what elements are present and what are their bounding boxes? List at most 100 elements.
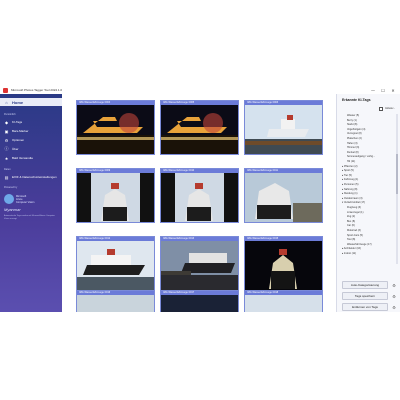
gear-icon: ⚙ [4, 137, 9, 143]
tag-tree-item[interactable]: Bus (8) [347, 220, 355, 223]
tag-tree-item[interactable]: Starkt (8) [347, 123, 357, 126]
section-personal: Persönlich [4, 113, 16, 116]
gear-icon[interactable]: ⚙ [391, 293, 397, 299]
tag-tree-item[interactable]: ▸ Sport (5) [342, 169, 354, 172]
maximize-button[interactable]: ☐ [378, 86, 388, 94]
close-button[interactable]: ✕ [388, 86, 398, 94]
nav-ueber[interactable]: ⓘ Über [0, 145, 62, 153]
nav-label: Optionen [12, 138, 25, 142]
nav-optionen[interactable]: ⚙ Optionen [0, 136, 62, 144]
photo-thumbnail[interactable]: IMG Wasserfahrzeuge 0009 [76, 168, 155, 223]
tag-tree-item[interactable]: ▸ Tier (5) [342, 174, 352, 177]
photo-image [245, 241, 322, 290]
tag-tree-item[interactable]: ▸ Kleidung (1) [342, 192, 357, 195]
nav-bars-marker[interactable]: ▣ Bars-Marker [0, 127, 62, 135]
tag-tree: Wasser (5) Berry (1) Starkt (8) Vogelfortge… [340, 114, 395, 264]
gear-icon[interactable]: ⚙ [391, 282, 397, 288]
nav-label: KI-Tags [12, 120, 23, 124]
photo-image [77, 105, 154, 154]
photo-thumbnail[interactable]: IMG Wasserfahrzeuge 0018 [244, 290, 323, 312]
nav-ki-tags[interactable]: ◆ KI-Tags [0, 118, 62, 126]
tag-tree-item[interactable]: ▸ Nahrung (8) [342, 188, 357, 191]
tag-tree-item[interactable]: Motorrad (3) [347, 229, 361, 232]
tag-tree-item[interactable]: ▸ Fahrzeug (1) [342, 178, 358, 181]
photo-thumbnail[interactable]: IMG Wasserfahrzeuge 0012 [76, 236, 155, 291]
photo-image [245, 295, 322, 312]
home-icon: ⌂ [5, 99, 8, 105]
window-controls: — ☐ ✕ [368, 86, 398, 94]
tag-tree-item[interactable]: Zug (2) [347, 215, 355, 218]
tag-tree-item[interactable]: ▸ Outdoorraum (3) [342, 197, 362, 200]
nav-label: Home [12, 99, 24, 105]
tag-tree-item[interactable]: Flugzeug (3) [347, 206, 361, 209]
tag-tree-item[interactable]: Vogelfortgeln (4) [347, 128, 365, 131]
tag-tree-item[interactable]: Linienzugel (1) [347, 211, 363, 214]
tag-tree-item[interactable]: Wasserfahrzeuge (17) [347, 243, 372, 246]
tag-tree-item[interactable]: Berry (1) [347, 119, 357, 122]
section-powered-by: Powered by [4, 186, 18, 189]
tag-tree-item[interactable]: ▸ Personen (5) [342, 183, 358, 186]
photo-thumbnail[interactable]: IMG Wasserfahrzeuge 0005 [160, 100, 239, 155]
sidebar-footnote: Automatische Tags werden mit Microsoft A… [4, 215, 55, 220]
tag-tree-item[interactable]: Sonnenaufgang / vorhg... [347, 155, 375, 158]
sidebar: ⌂ Home Persönlich ◆ KI-Tags ▣ Bars-Marke… [0, 94, 62, 312]
tag-tree-item[interactable]: Wasser (5) [347, 114, 359, 117]
save-tags-button[interactable]: Tags speichern [342, 292, 388, 300]
tag-tree-item[interactable]: Car (6) [347, 224, 355, 227]
nav-exif-privacy[interactable]: ▤ EXIF & Datenschutzeinstellungen [0, 173, 62, 181]
tag-tree-item[interactable]: Sport-Cars (5) [347, 234, 363, 237]
tag-tree-scroll-thumb[interactable] [396, 154, 398, 194]
photo-image [77, 173, 154, 222]
photo-thumbnail[interactable]: IMG Wasserfahrzeuge 0017 [160, 290, 239, 312]
photo-thumbnail[interactable]: IMG Wasserfahrzeuge 0003 [244, 100, 323, 155]
photo-thumbnail[interactable]: IMG Wasserfahrzeuge 0016 [76, 290, 155, 312]
tag-tree-item[interactable]: ▸ Architektur (16) [342, 247, 361, 250]
photo-thumbnail[interactable]: IMG Wasserfahrzeuge 0010 [160, 168, 239, 223]
tag-tree-item[interactable]: ▸ Indoor (11) [342, 252, 356, 255]
nav-bald-verwandte[interactable]: ★ Bald Verwandte [0, 154, 62, 162]
info-icon: ⓘ [4, 146, 9, 151]
photo-image [161, 105, 238, 154]
tag-tree-item[interactable]: Dunkel (8) [347, 151, 359, 154]
document-icon: ▤ [4, 174, 9, 180]
tag-tree-item[interactable]: ▸ Pflanzen (2) [342, 165, 357, 168]
include-checkbox[interactable] [379, 107, 383, 111]
tag-tree-item[interactable]: Platschen (2) [347, 137, 362, 140]
window-title: Microsoft Photos Tagger Tool 2024.1.0 [11, 88, 63, 92]
minimize-button[interactable]: — [368, 86, 378, 94]
azure-logo-icon [4, 194, 14, 204]
photo-thumbnail[interactable]: IMG Wasserfahrzeuge 0004 [76, 100, 155, 155]
auto-categorize-button[interactable]: Auto-Kategorisierung [342, 281, 388, 289]
photo-image [245, 105, 322, 154]
logo-name: Microsoft Azure Computer Vision [16, 195, 35, 204]
tag-tree-item[interactable]: Hd (11) [347, 160, 355, 163]
nav-label: EXIF & Datenschutzeinstellungen [12, 175, 57, 179]
photo-image [77, 295, 154, 312]
app-window: Microsoft Photos Tagger Tool 2024.1.0 — … [0, 0, 400, 400]
gear-icon[interactable]: ⚙ [391, 304, 397, 310]
tag-panel: Erkannte KI-Tags Inklusiv... Wasser (5) B… [336, 94, 400, 312]
tag-panel-title: Erkannte KI-Tags [342, 98, 371, 102]
include-checkbox-label: Inklusiv... [385, 107, 396, 110]
remove-tags-button[interactable]: Entfernen von Tags [342, 303, 388, 311]
tag-icon: ◆ [4, 119, 9, 125]
nav-home[interactable]: ⌂ Home [0, 98, 62, 106]
title-bar: Microsoft Photos Tagger Tool 2024.1.0 — … [0, 86, 400, 94]
photo-thumbnail[interactable]: IMG Wasserfahrzeuge 0011 [244, 168, 323, 223]
photo-image [161, 241, 238, 290]
tag-tree-item[interactable]: Hafen (3) [347, 142, 357, 145]
tag-tree-item[interactable]: ▾ Verkehrsmittel (17) [342, 201, 365, 204]
nav-label: Bars-Marker [12, 129, 29, 133]
section-data: Daten [4, 168, 11, 171]
star-icon: ★ [4, 155, 9, 161]
tag-tree-item[interactable]: Verregnet (8) [347, 132, 362, 135]
photo-thumbnail[interactable]: IMG Wasserfahrzeuge 0013 [160, 236, 239, 291]
photo-thumbnail[interactable]: IMG Wasserfahrzeuge 0015 [244, 236, 323, 291]
logo-wordmark: Myanmar [4, 207, 21, 212]
tag-tree-item[interactable]: Taxi (8) [347, 238, 355, 241]
tag-tree-item[interactable]: Himmel (3) [347, 146, 359, 149]
photo-image [161, 295, 238, 312]
photo-image [245, 173, 322, 222]
photo-image [161, 173, 238, 222]
nav-label: Über [12, 147, 19, 151]
